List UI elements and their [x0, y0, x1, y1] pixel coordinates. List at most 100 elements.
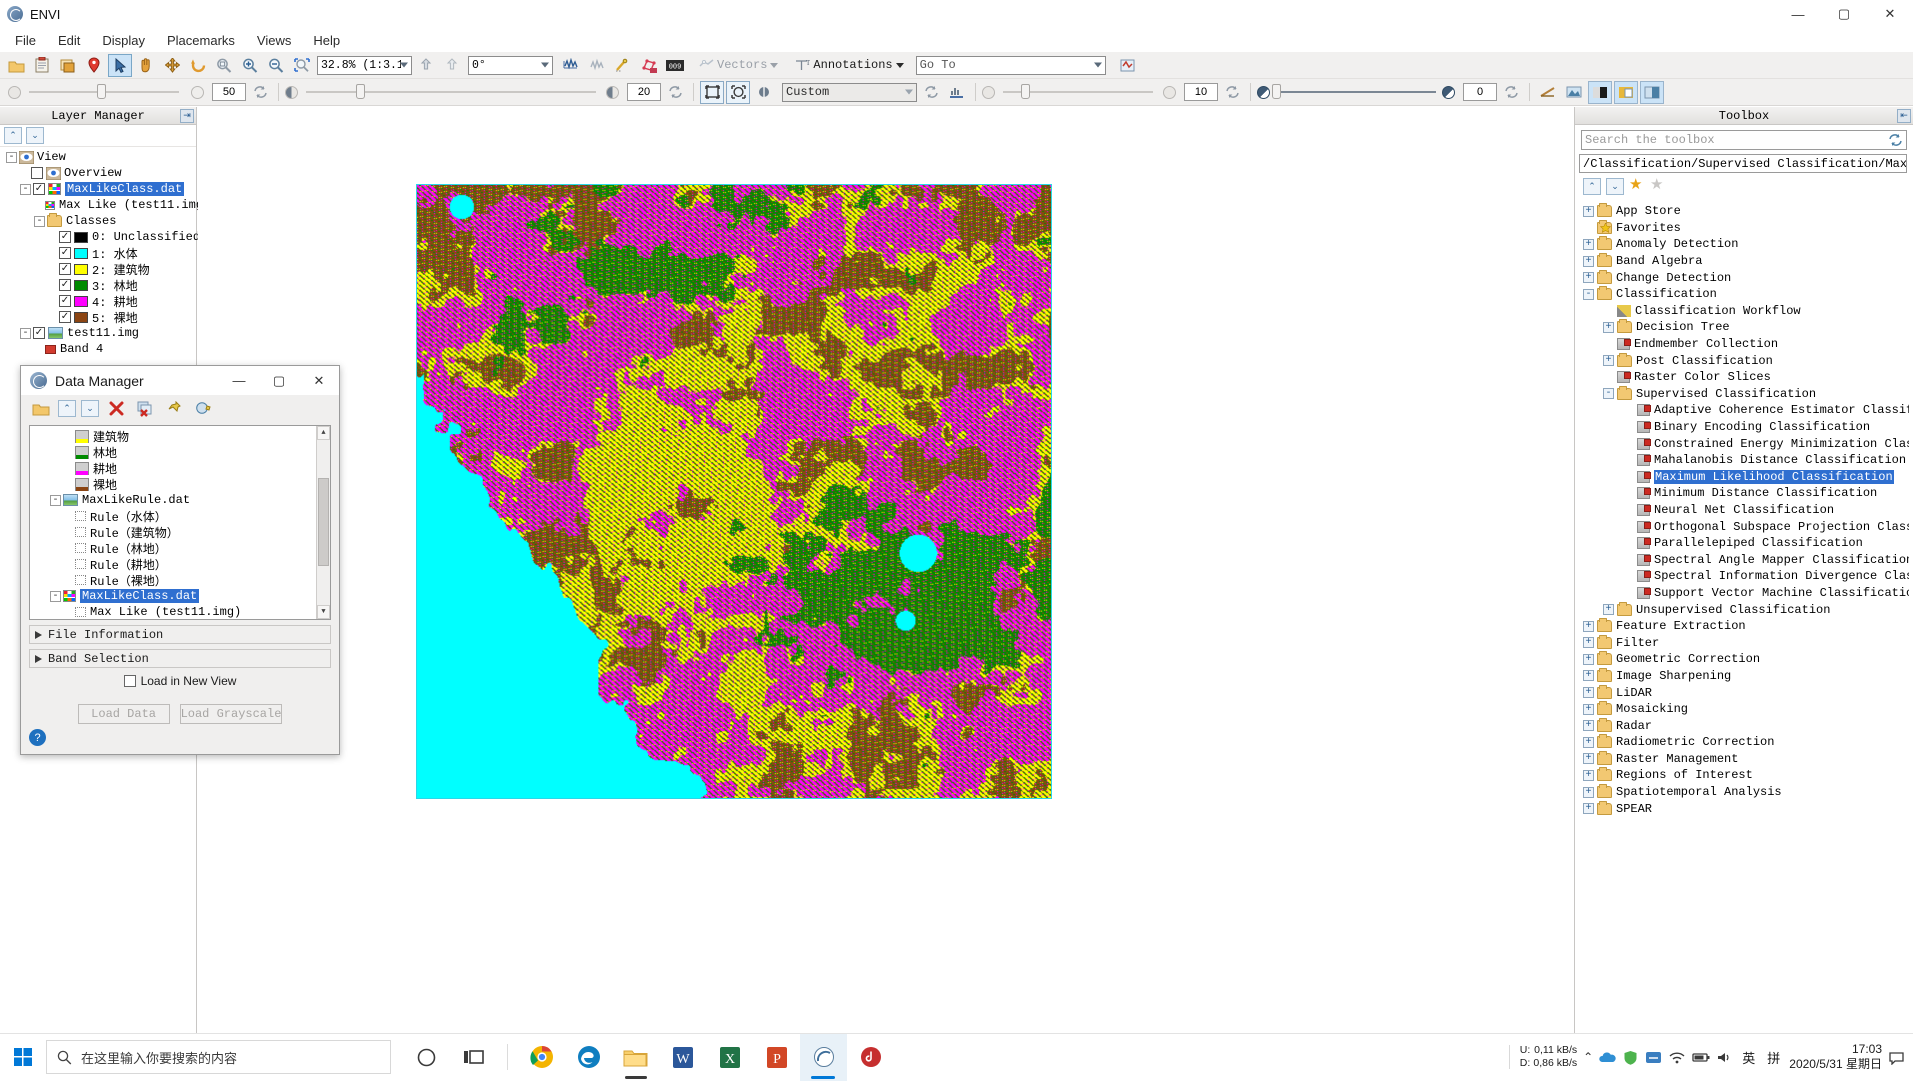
transparency-slider[interactable]	[29, 84, 179, 99]
menu-file[interactable]: File	[4, 30, 47, 51]
brightness-slider[interactable]	[306, 84, 596, 99]
expander-toggle[interactable]: -	[20, 183, 31, 195]
expander-toggle[interactable]: +	[1583, 205, 1594, 217]
toolbox-tree-row[interactable]: + Band Algebra	[1579, 253, 1909, 270]
expander-toggle[interactable]: +	[1583, 272, 1594, 284]
data-manager-row[interactable]: Rule（耕地）	[30, 556, 316, 573]
menu-placemarks[interactable]: Placemarks	[156, 30, 246, 51]
move-down-icon[interactable]: ⌄	[81, 400, 99, 417]
expander-toggle[interactable]: -	[20, 327, 31, 339]
band-checkbox[interactable]	[75, 575, 86, 585]
layer-tree-row[interactable]: Overview	[0, 165, 196, 181]
data-manager-tree[interactable]: 建筑物 林地 耕地 裸地 - MaxLikeRule.dat Rule（水体） Rule（建筑…	[29, 425, 331, 620]
layer-visibility-checkbox[interactable]: ✓	[33, 327, 45, 339]
excel-icon[interactable]: X	[706, 1034, 753, 1081]
data-manager-row[interactable]: Rule（林地）	[30, 540, 316, 557]
data-manager-row[interactable]: 林地	[30, 444, 316, 461]
layer-visibility-checkbox[interactable]: ✓	[59, 295, 71, 307]
expander-toggle[interactable]: +	[1583, 637, 1594, 649]
toolbox-tree-row[interactable]: Raster Color Slices	[1579, 369, 1909, 386]
layer-tree-row[interactable]: Band 4	[0, 341, 196, 357]
minimize-button[interactable]: —	[1775, 0, 1821, 28]
vectors-menu-button[interactable]: Vectors	[695, 54, 782, 77]
stretch-type-combo[interactable]: Custom	[782, 82, 917, 102]
toolbox-tree-row[interactable]: Binary Encoding Classification	[1579, 419, 1909, 436]
layer-tree-row[interactable]: ✓ 3: 林地	[0, 277, 196, 294]
expander-toggle[interactable]: -	[6, 151, 17, 163]
network-wifi-icon[interactable]	[1668, 1050, 1686, 1065]
zoom-in-icon[interactable]	[238, 54, 262, 77]
sharpen-value[interactable]: 10	[1184, 83, 1218, 101]
toolbox-tree-row[interactable]: + Post Classification	[1579, 352, 1909, 369]
toolbox-tree-row[interactable]: Classification Workflow	[1579, 303, 1909, 320]
portal-blend-icon[interactable]	[1588, 80, 1612, 104]
toolbox-tree-row[interactable]: Support Vector Machine Classification	[1579, 585, 1909, 602]
toolbox-search-input[interactable]: Search the toolbox	[1581, 130, 1907, 150]
toolbox-tree-row[interactable]: - Supervised Classification	[1579, 385, 1909, 403]
pixel-value-icon[interactable]: 009	[663, 54, 687, 77]
data-manager-maximize-button[interactable]: ▢	[259, 366, 299, 395]
toolbox-tree-row[interactable]: + Radiometric Correction	[1579, 734, 1909, 751]
expander-toggle[interactable]: +	[1603, 604, 1614, 616]
rotate-icon[interactable]	[186, 54, 210, 77]
toolbox-tree-row[interactable]: Favorites	[1579, 219, 1909, 237]
menu-help[interactable]: Help	[302, 30, 351, 51]
remove-favorite-icon[interactable]: ★	[1650, 177, 1666, 194]
band-checkbox[interactable]	[75, 527, 86, 537]
layer-tree-row[interactable]: - Classes	[0, 213, 196, 229]
close-all-files-icon[interactable]	[133, 397, 157, 420]
layer-move-down-button[interactable]: ⌄	[26, 127, 44, 144]
taskbar-search-input[interactable]: 在这里输入你要搜索的内容	[46, 1040, 391, 1074]
image-view-canvas[interactable]	[198, 107, 1574, 1050]
pin-icon[interactable]	[162, 397, 186, 420]
expander-toggle[interactable]: -	[1583, 288, 1594, 300]
toolbox-tree-row[interactable]: + Geometric Correction	[1579, 651, 1909, 668]
open-folder-icon[interactable]	[4, 54, 28, 77]
contrast-reset-icon[interactable]	[1499, 81, 1523, 104]
rotation-combo[interactable]: 0°	[468, 55, 553, 75]
data-manager-row[interactable]: 耕地	[30, 460, 316, 477]
expander-toggle[interactable]: +	[1583, 653, 1594, 665]
battery-icon[interactable]	[1692, 1050, 1710, 1065]
file-information-section[interactable]: File Information	[29, 625, 331, 644]
windows-start-icon[interactable]	[0, 1034, 46, 1081]
goto-apply-icon[interactable]	[1116, 54, 1140, 77]
toolbox-tree-row[interactable]: Adaptive Coherence Estimator Classificat…	[1579, 402, 1909, 419]
word-icon[interactable]: W	[659, 1034, 706, 1081]
toolbox-move-up-button[interactable]: ⌃	[1583, 177, 1601, 195]
toolbox-tree[interactable]: + App Store Favorites + Anomaly Detection + Ba…	[1579, 203, 1909, 1048]
toolbox-tree-row[interactable]: + Filter	[1579, 634, 1909, 651]
app-tray-icon[interactable]	[1645, 1050, 1662, 1065]
menu-views[interactable]: Views	[246, 30, 302, 51]
layer-visibility-checkbox[interactable]: ✓	[59, 231, 71, 243]
zoom-down-icon[interactable]	[440, 54, 464, 77]
layer-tree-row[interactable]: ✓ 1: 水体	[0, 245, 196, 262]
help-button[interactable]: ?	[29, 729, 46, 746]
clipboard-icon[interactable]	[30, 54, 54, 77]
toolbox-move-down-button[interactable]: ⌄	[1606, 177, 1624, 195]
toolbox-tree-row[interactable]: Constrained Energy Minimization Classifi…	[1579, 435, 1909, 452]
envi-icon[interactable]	[800, 1033, 847, 1081]
sharpen-reset-icon[interactable]	[1220, 81, 1244, 104]
pin-icon[interactable]: ⇤	[1897, 109, 1911, 123]
toolbox-tree-row[interactable]: Spectral Angle Mapper Classification	[1579, 551, 1909, 568]
toolbox-tree-row[interactable]: Minimum Distance Classification	[1579, 485, 1909, 502]
load-data-button[interactable]: Load Data	[77, 704, 170, 724]
band-checkbox[interactable]	[75, 543, 86, 553]
layer-tree-row[interactable]: ✓ 0: Unclassified	[0, 229, 200, 245]
security-shield-icon[interactable]	[1622, 1050, 1639, 1065]
band-checkbox[interactable]	[75, 511, 86, 521]
data-manager-close-button[interactable]: ✕	[299, 366, 339, 395]
volume-icon[interactable]	[1716, 1050, 1733, 1065]
data-manager-minimize-button[interactable]: —	[219, 366, 259, 395]
layer-visibility-checkbox[interactable]: ✓	[33, 183, 45, 195]
expander-toggle[interactable]: -	[50, 494, 61, 506]
ime-language-indicator[interactable]: 英	[1739, 1048, 1758, 1067]
brightness-value[interactable]: 20	[627, 83, 661, 101]
select-arrow-icon[interactable]	[108, 53, 132, 77]
menu-display[interactable]: Display	[91, 30, 156, 51]
move-up-icon[interactable]: ⌃	[58, 400, 76, 417]
toolbox-tree-row[interactable]: Spectral Information Divergence Classifi…	[1579, 568, 1909, 585]
zoom-up-icon[interactable]	[414, 54, 438, 77]
chrome-icon[interactable]	[518, 1034, 565, 1081]
